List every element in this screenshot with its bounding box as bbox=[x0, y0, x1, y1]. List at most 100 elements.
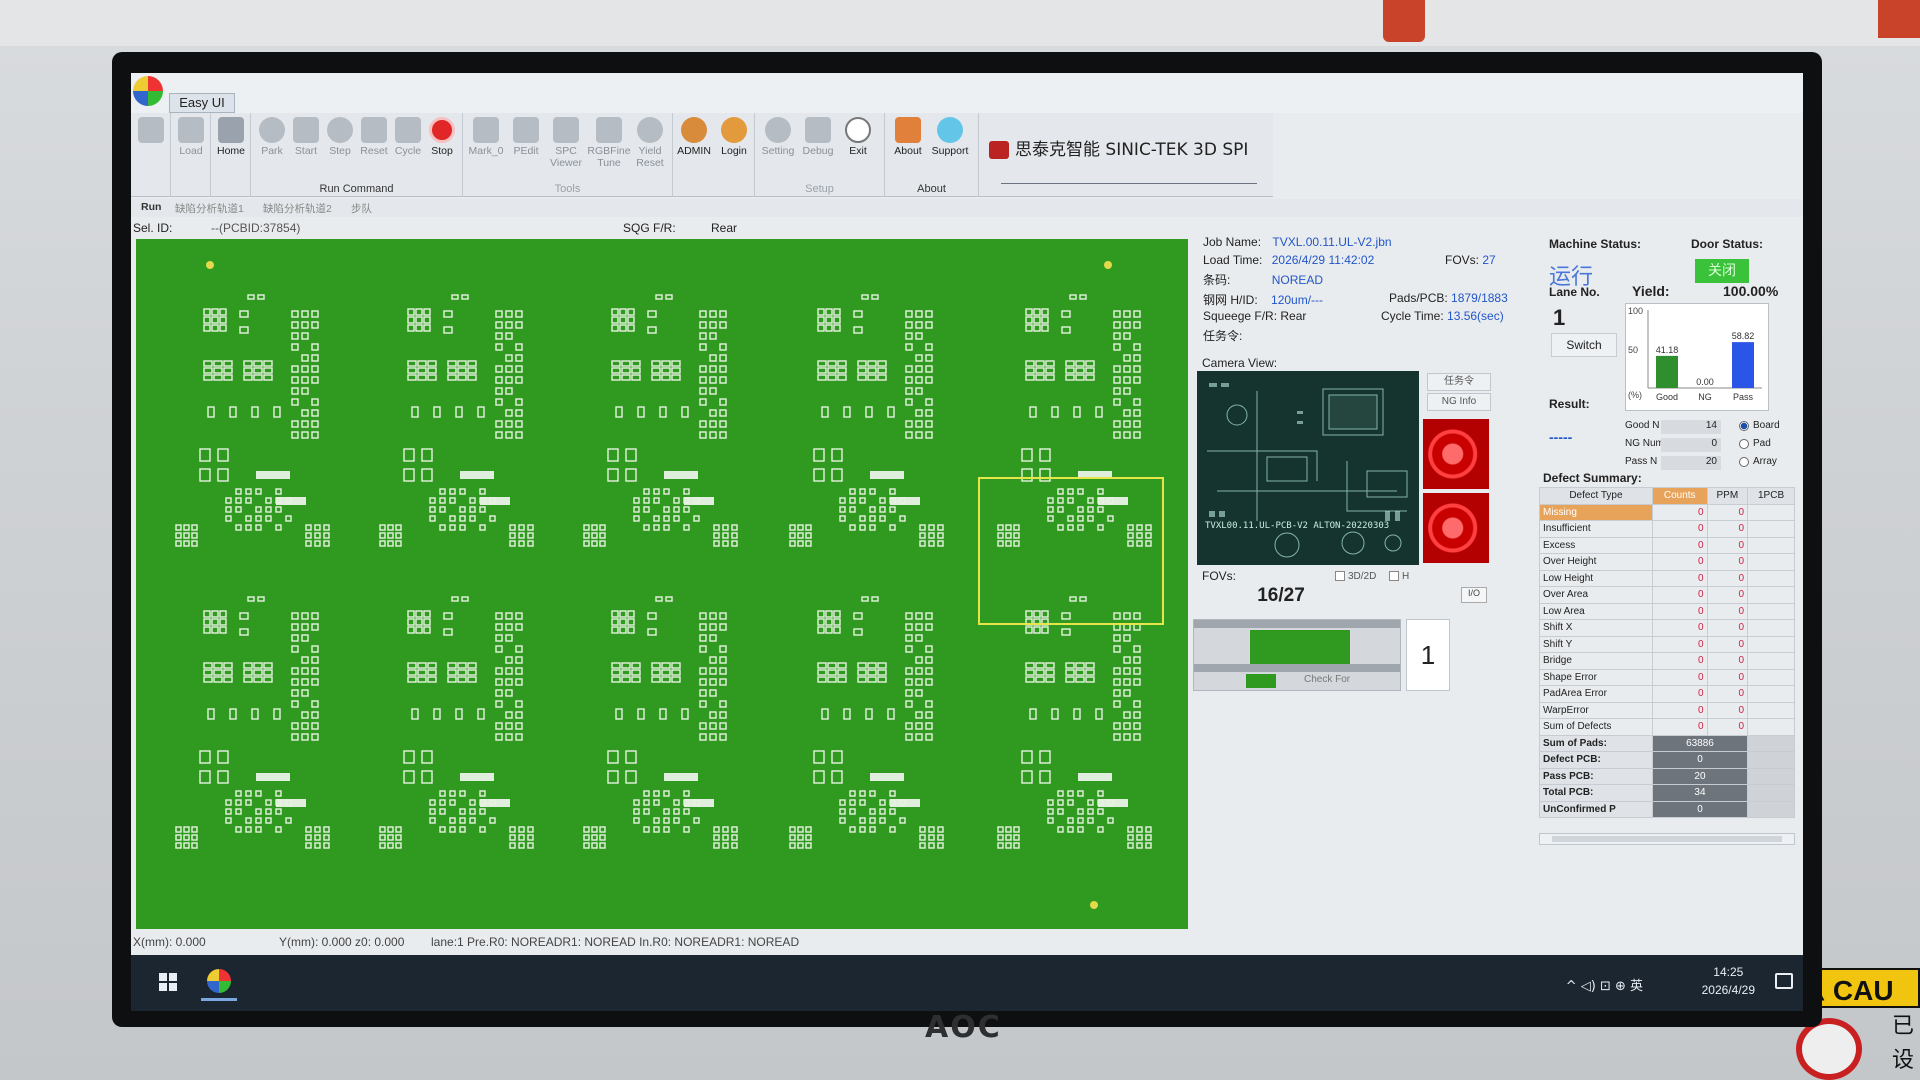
col-ppm[interactable]: PPM bbox=[1706, 487, 1749, 505]
solder-pad bbox=[515, 700, 523, 708]
mark-button[interactable]: Mark_0 bbox=[467, 115, 505, 175]
solder-pad bbox=[1065, 360, 1075, 367]
solder-pad bbox=[1123, 722, 1131, 730]
solder-pad bbox=[245, 826, 252, 833]
solder-pad bbox=[719, 656, 727, 664]
solder-pad bbox=[1045, 374, 1055, 381]
support-button[interactable]: Support bbox=[931, 115, 969, 175]
defect-row[interactable]: Excess 0 0 bbox=[1539, 536, 1795, 554]
admin-button[interactable]: ADMIN bbox=[675, 115, 713, 175]
taskbar-app-easyui[interactable] bbox=[201, 965, 237, 1001]
notification-icon[interactable] bbox=[1775, 973, 1793, 989]
camera-view[interactable]: TVXL00.11.UL-PCB-V2 ALTON-20220303 bbox=[1197, 371, 1419, 565]
ng-thumbnail-2[interactable] bbox=[1423, 493, 1489, 563]
switch-lane-button[interactable]: Switch bbox=[1551, 333, 1617, 357]
defect-row[interactable]: Sum of Defects 0 0 bbox=[1539, 718, 1795, 736]
fiducial-mark bbox=[206, 261, 214, 269]
defect-row[interactable]: Insufficient 0 0 bbox=[1539, 520, 1795, 538]
app-tab[interactable]: Easy UI bbox=[169, 93, 235, 113]
spc-viewer-button[interactable]: SPC Viewer bbox=[547, 115, 585, 175]
reset-button[interactable]: Reset bbox=[355, 115, 393, 175]
col-1pcb[interactable]: 1PCB bbox=[1747, 487, 1795, 505]
defect-row[interactable]: WarpError 0 0 bbox=[1539, 701, 1795, 719]
park-label: Park bbox=[261, 145, 283, 157]
selection-bar: Sel. ID: --(PCBID:37854) SQG F/R: Rear bbox=[131, 217, 1191, 239]
stencil-value: 120um/--- bbox=[1271, 293, 1324, 307]
solder-pad bbox=[1025, 308, 1033, 316]
solder-pad bbox=[915, 656, 923, 664]
solder-pad bbox=[265, 808, 272, 815]
about-button[interactable]: About bbox=[889, 115, 927, 175]
solder-pad bbox=[925, 321, 933, 329]
tab-queue[interactable]: 步队 bbox=[351, 201, 372, 216]
solder-pad bbox=[459, 506, 466, 513]
defect-row[interactable]: Bridge 0 0 bbox=[1539, 652, 1795, 670]
stop-button[interactable]: Stop bbox=[423, 115, 461, 175]
pass-count-value: 20 bbox=[1661, 456, 1721, 470]
step-button[interactable]: Step bbox=[321, 115, 359, 175]
solder-pad bbox=[427, 374, 437, 381]
system-tray[interactable]: ^ ◁) ⊡ ⊕ 英 bbox=[1566, 975, 1643, 994]
radio-pad[interactable] bbox=[1739, 439, 1749, 449]
task-order-button[interactable]: 任务令 bbox=[1427, 373, 1491, 391]
solder-pad bbox=[887, 708, 895, 720]
checkbox-3d-2d[interactable]: 3D/2D bbox=[1335, 571, 1376, 582]
solder-pad bbox=[925, 722, 933, 730]
defect-row[interactable]: Over Area 0 0 bbox=[1539, 586, 1795, 604]
solder-pad bbox=[827, 669, 837, 676]
defect-row[interactable]: Low Height 0 0 bbox=[1539, 569, 1795, 587]
load-button[interactable]: Load bbox=[172, 115, 210, 175]
solder-pad bbox=[871, 596, 879, 602]
start-button[interactable]: Start bbox=[287, 115, 325, 175]
io-button[interactable]: I/O bbox=[1461, 587, 1487, 603]
defect-row[interactable]: Shape Error 0 0 bbox=[1539, 668, 1795, 686]
defect-row[interactable]: PadArea Error 0 0 bbox=[1539, 685, 1795, 703]
solder-pad bbox=[505, 420, 513, 428]
defect-row[interactable]: Shift X00 bbox=[1539, 619, 1795, 637]
solder-pad bbox=[1067, 826, 1074, 833]
defect-row[interactable]: Over Height 0 0 bbox=[1539, 553, 1795, 571]
solder-pad bbox=[291, 387, 299, 395]
defect-table-scrollbar[interactable] bbox=[1539, 833, 1795, 845]
tab-defect-lane1[interactable]: 缺陷分析轨道1 bbox=[175, 201, 244, 216]
login-button[interactable]: Login bbox=[715, 115, 753, 175]
solder-pad bbox=[1113, 343, 1121, 351]
exit-button[interactable]: Exit bbox=[839, 115, 877, 175]
ng-info-button[interactable]: NG Info bbox=[1427, 393, 1491, 411]
tab-run[interactable]: Run bbox=[141, 201, 161, 213]
cycle-button[interactable]: Cycle bbox=[389, 115, 427, 175]
col-defect-type[interactable]: Defect Type bbox=[1539, 487, 1653, 505]
defect-row[interactable]: Low Area 0 0 bbox=[1539, 602, 1795, 620]
app-logo-icon[interactable] bbox=[133, 76, 163, 106]
park-button[interactable]: Park bbox=[253, 115, 291, 175]
defect-type-cell: Shape Error bbox=[1539, 668, 1653, 686]
yield-reset-button[interactable]: Yield Reset bbox=[631, 115, 669, 175]
ng-thumbnail-1[interactable] bbox=[1423, 419, 1489, 489]
pcb-board-view[interactable] bbox=[136, 239, 1188, 929]
scrollbar-thumb[interactable] bbox=[1552, 836, 1782, 842]
defect-row[interactable]: Missing 0 0 bbox=[1539, 503, 1795, 521]
clock[interactable]: 14:25 2026/4/29 bbox=[1702, 963, 1755, 999]
rgb-fine-tune-button[interactable]: RGBFine Tune bbox=[587, 115, 631, 175]
checkbox-h[interactable]: H bbox=[1389, 571, 1409, 582]
defect-row[interactable]: Shift Y00 bbox=[1539, 635, 1795, 653]
solder-pad bbox=[253, 676, 263, 683]
windows-start-icon[interactable] bbox=[159, 973, 177, 991]
sqg-value: Rear bbox=[711, 221, 738, 235]
col-counts[interactable]: Counts bbox=[1651, 487, 1708, 505]
setting-button[interactable]: Setting bbox=[759, 115, 797, 175]
debug-button[interactable]: Debug bbox=[799, 115, 837, 175]
solder-pad bbox=[479, 524, 486, 531]
solder-pad bbox=[305, 826, 312, 833]
home-button[interactable]: Home bbox=[212, 115, 250, 175]
lock-button[interactable] bbox=[132, 115, 170, 175]
pedit-button[interactable]: PEdit bbox=[507, 115, 545, 175]
radio-array[interactable] bbox=[1739, 457, 1749, 467]
barcode-label: 条码: bbox=[1203, 273, 1231, 287]
radio-board[interactable] bbox=[1739, 421, 1749, 431]
solder-pad bbox=[633, 506, 640, 513]
solder-pad bbox=[255, 524, 262, 531]
solder-pad bbox=[1133, 711, 1141, 719]
tab-defect-lane2[interactable]: 缺陷分析轨道2 bbox=[263, 201, 332, 216]
solder-pad bbox=[407, 618, 415, 626]
